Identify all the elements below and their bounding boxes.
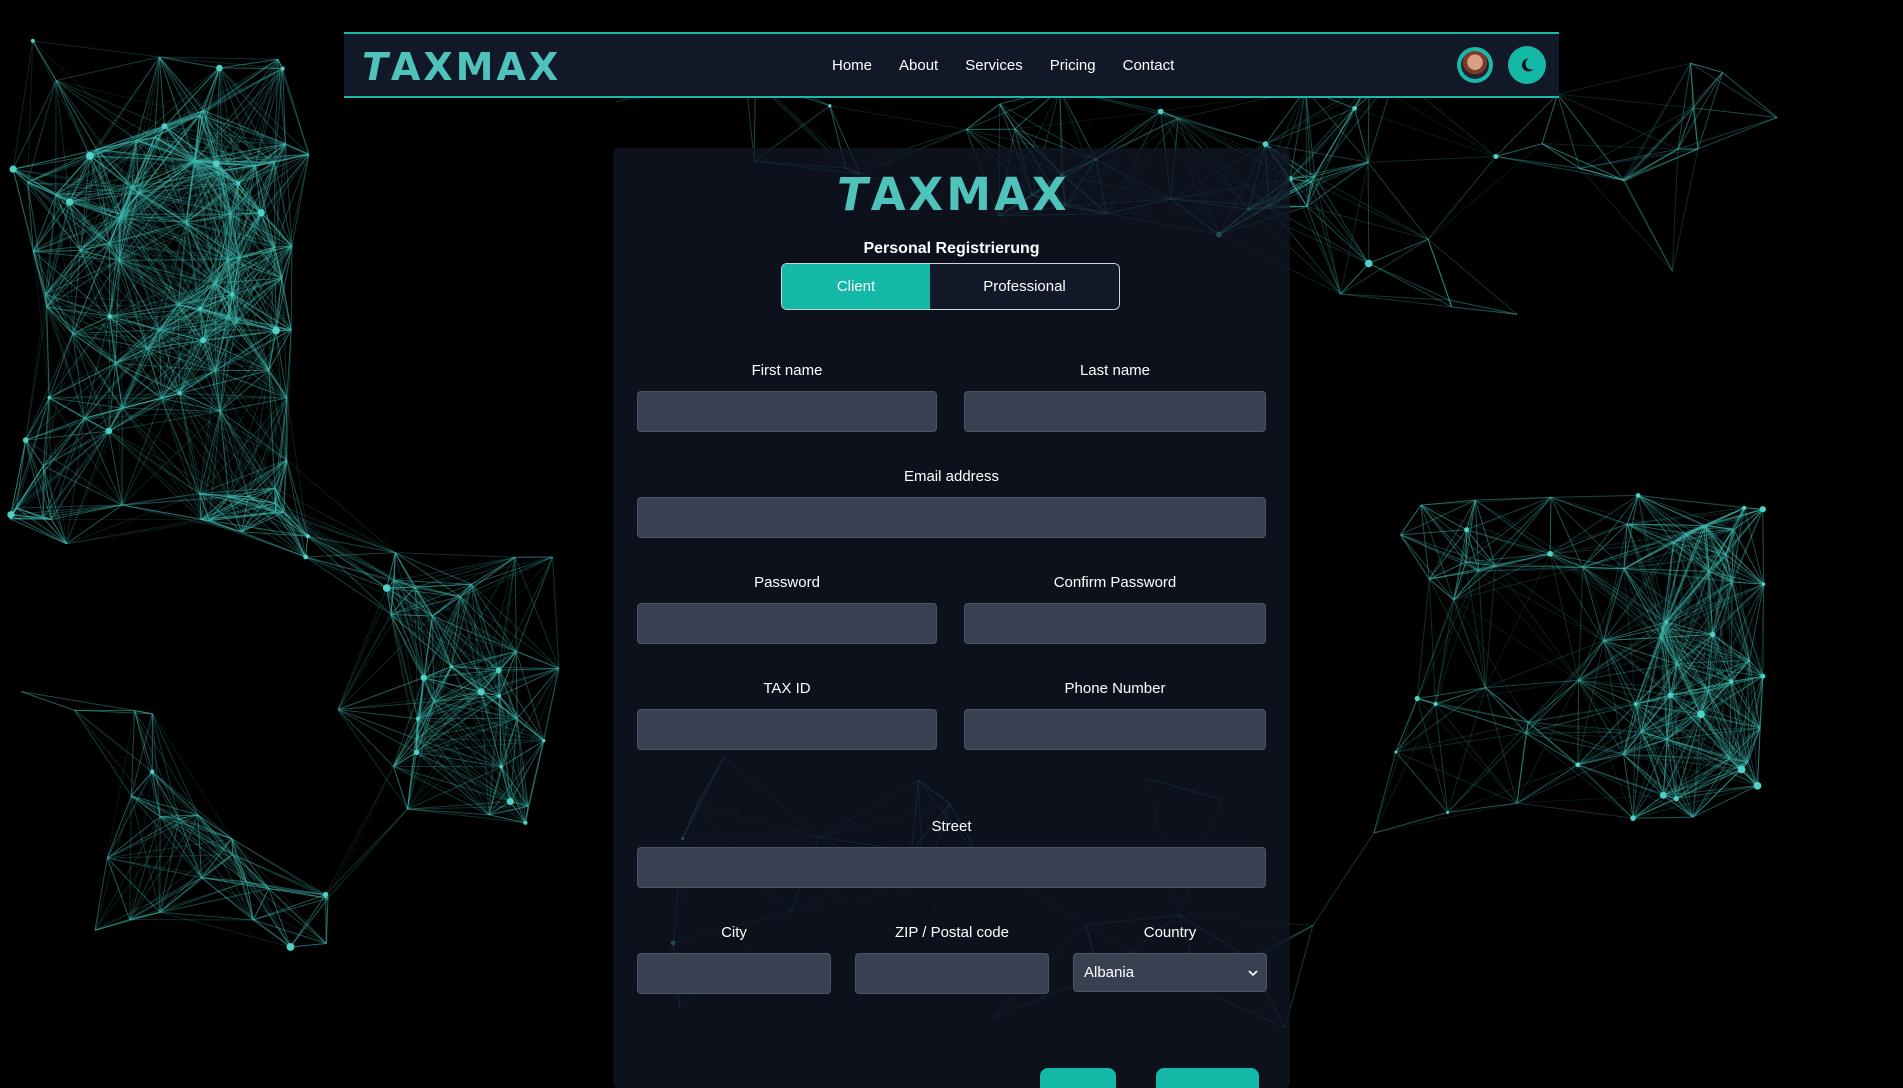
theme-toggle-button[interactable] — [1508, 46, 1546, 84]
brand-logo[interactable]: TAXMAX — [362, 45, 561, 89]
confirm-password-label: Confirm Password — [964, 574, 1266, 591]
tax-id-input[interactable] — [637, 709, 937, 750]
zip-input[interactable] — [855, 953, 1049, 994]
user-avatar[interactable] — [1457, 47, 1493, 83]
card-logo: TAXMAX — [837, 168, 1070, 221]
avatar-image — [1461, 51, 1489, 79]
card-logo-text: AXMAX — [871, 168, 1070, 221]
nav-link-pricing[interactable]: Pricing — [1050, 57, 1096, 74]
tab-client[interactable]: Client — [782, 264, 930, 309]
country-label: Country — [1073, 924, 1267, 941]
confirm-password-input[interactable] — [964, 603, 1266, 644]
tab-professional[interactable]: Professional — [930, 264, 1119, 309]
city-input[interactable] — [637, 953, 831, 994]
back-button[interactable] — [1040, 1068, 1116, 1088]
phone-label: Phone Number — [964, 680, 1266, 697]
logo-text: AXMAX — [391, 45, 561, 89]
first-name-label: First name — [637, 362, 937, 379]
moon-icon — [1519, 57, 1535, 73]
last-name-label: Last name — [964, 362, 1266, 379]
password-label: Password — [637, 574, 937, 591]
nav-link-home[interactable]: Home — [832, 57, 872, 74]
phone-input[interactable] — [964, 709, 1266, 750]
card-logo-letter: T — [837, 168, 871, 221]
street-input[interactable] — [637, 847, 1266, 888]
tax-id-label: TAX ID — [637, 680, 937, 697]
last-name-input[interactable] — [964, 391, 1266, 432]
email-label: Email address — [637, 468, 1266, 485]
first-name-input[interactable] — [637, 391, 937, 432]
nav-link-contact[interactable]: Contact — [1123, 57, 1175, 74]
logo-letter: T — [362, 45, 391, 89]
chevron-down-icon — [1248, 969, 1258, 977]
password-input[interactable] — [637, 603, 937, 644]
nav-link-about[interactable]: About — [899, 57, 938, 74]
nav-link-services[interactable]: Services — [965, 57, 1023, 74]
zip-label: ZIP / Postal code — [855, 924, 1049, 941]
street-label: Street — [637, 818, 1266, 835]
account-type-toggle: Client Professional — [781, 263, 1120, 310]
country-select[interactable]: Albania — [1073, 953, 1267, 992]
nav-links: Home About Services Pricing Contact — [832, 34, 1201, 96]
form-title: Personal Registrierung — [613, 240, 1290, 258]
top-navbar: TAXMAX Home About Services Pricing Conta… — [344, 32, 1559, 98]
submit-button[interactable] — [1156, 1068, 1259, 1088]
city-label: City — [637, 924, 831, 941]
country-select-value: Albania — [1084, 964, 1134, 981]
registration-card: TAXMAX Personal Registrierung Client Pro… — [613, 148, 1290, 1088]
email-input[interactable] — [637, 497, 1266, 538]
